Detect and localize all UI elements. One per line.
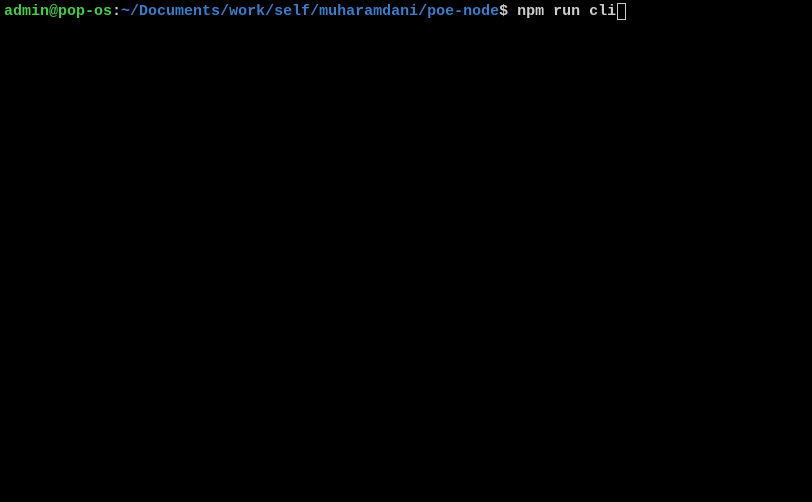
prompt-separator: :: [112, 2, 121, 22]
prompt-symbol: $: [499, 2, 517, 22]
cursor-icon: [617, 3, 626, 20]
terminal-prompt-line[interactable]: admin@pop-os:~/Documents/work/self/muhar…: [4, 2, 808, 22]
command-text: npm run cli: [517, 2, 616, 22]
current-path: ~/Documents/work/self/muharamdani/poe-no…: [121, 2, 499, 22]
user-host-label: admin@pop-os: [4, 2, 112, 22]
